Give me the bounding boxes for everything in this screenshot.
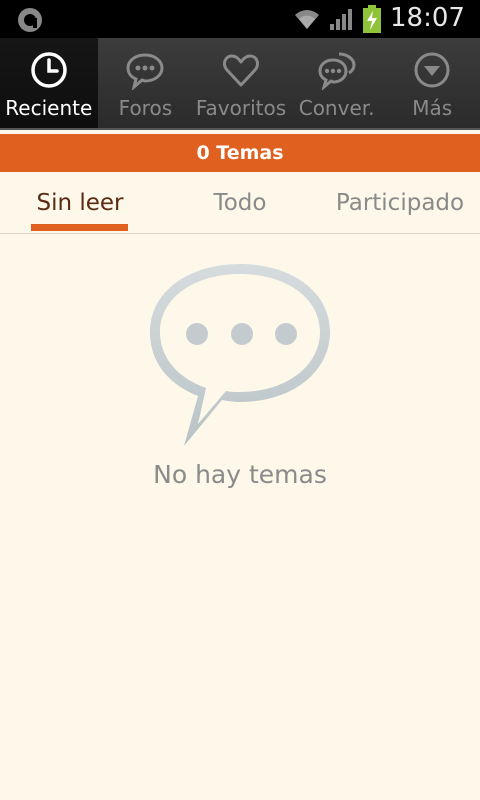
nav-label: Conver. xyxy=(298,96,375,120)
app-logo-icon xyxy=(18,8,42,32)
tab-participado[interactable]: Participado xyxy=(330,172,470,234)
topic-count-label: 0 Temas xyxy=(196,142,284,164)
nav-item-favoritos[interactable]: Favoritos xyxy=(193,38,289,128)
nav-item-foros[interactable]: Foros xyxy=(98,38,194,128)
filter-tabs: Sin leer Todo Participado xyxy=(0,172,480,234)
nav-item-mas[interactable]: Más xyxy=(384,38,480,128)
status-bar: 18:07 xyxy=(0,0,480,38)
chevron-down-circle-icon xyxy=(414,52,450,88)
nav-label: Favoritos xyxy=(195,96,287,120)
active-tab-indicator xyxy=(31,224,128,231)
top-nav: Reciente Foros Favoritos Conver. Más xyxy=(0,38,480,130)
empty-state-message: No hay temas xyxy=(153,460,327,489)
tab-todo[interactable]: Todo xyxy=(180,172,300,234)
conversation-icon xyxy=(318,52,356,90)
nav-label: Foros xyxy=(118,96,173,120)
battery-charging-icon xyxy=(363,5,381,33)
speech-bubble-icon xyxy=(126,53,164,90)
signal-icon xyxy=(330,9,352,30)
speech-bubble-icon xyxy=(150,264,330,446)
clock-icon xyxy=(31,52,67,88)
wifi-icon xyxy=(295,10,319,29)
heart-icon xyxy=(223,54,259,87)
status-clock: 18:07 xyxy=(390,3,465,33)
nav-item-conver[interactable]: Conver. xyxy=(289,38,385,128)
nav-item-reciente[interactable]: Reciente xyxy=(0,38,98,128)
topic-count-bar: 0 Temas xyxy=(0,134,480,172)
nav-label: Más xyxy=(412,96,453,120)
nav-label: Reciente xyxy=(5,96,93,120)
